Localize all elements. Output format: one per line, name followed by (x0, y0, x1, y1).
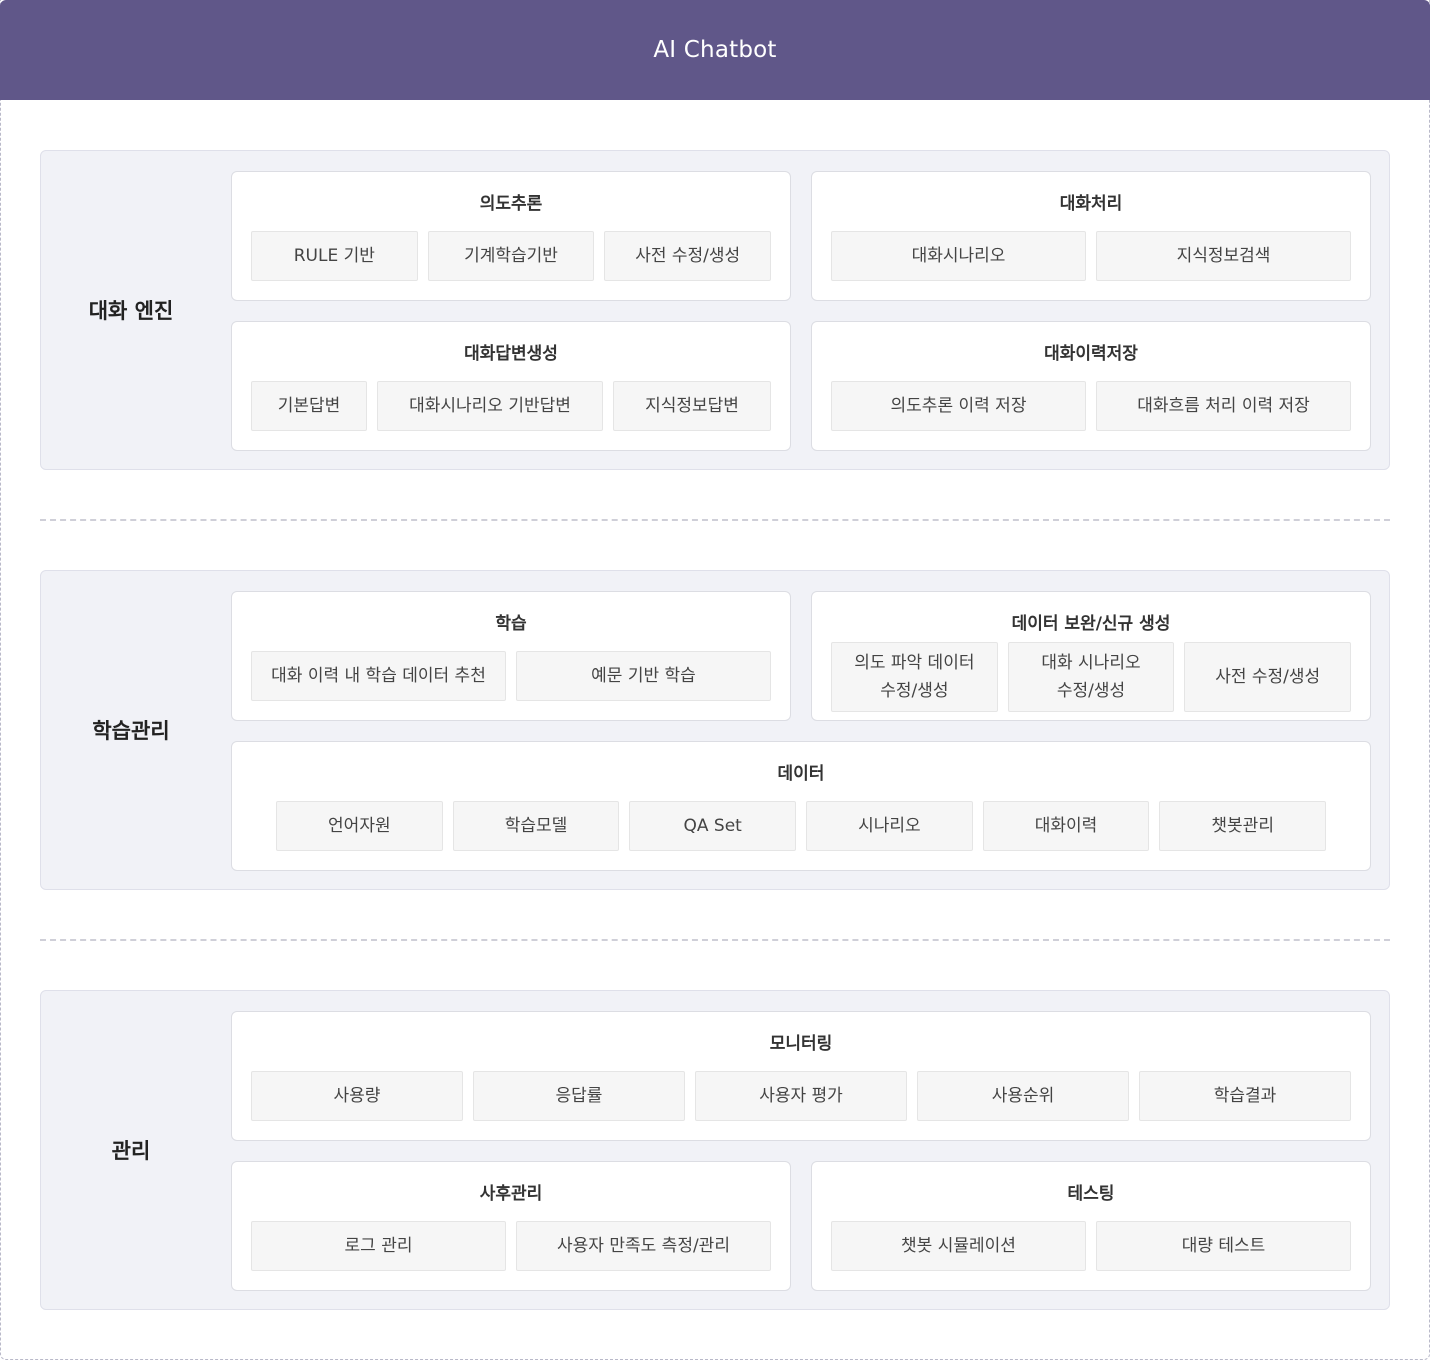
item-box: 기계학습기반 (427, 231, 595, 281)
section-learning-management: 학습관리 학습 대화 이력 내 학습 데이터 추천 예문 기반 학습 데이터 보… (40, 570, 1390, 890)
item-box: 예문 기반 학습 (516, 651, 771, 701)
group-items: 대화 이력 내 학습 데이터 추천 예문 기반 학습 (251, 651, 771, 701)
section-label: 학습관리 (92, 719, 170, 743)
group-title: 의도추론 (479, 194, 543, 214)
group-title: 사후관리 (479, 1184, 543, 1204)
group-history-storage: 대화이력저장 의도추론 이력 저장 대화흐름 처리 이력 저장 (811, 321, 1371, 451)
group-title: 데이터 보완/신규 생성 (1011, 614, 1171, 634)
group-learning: 학습 대화 이력 내 학습 데이터 추천 예문 기반 학습 (231, 591, 791, 721)
item-box: 대화흐름 처리 이력 저장 (1096, 381, 1351, 431)
section-management: 관리 모니터링 사용량 응답률 사용자 평가 사용순위 학습결과 사후관리 로그… (40, 990, 1390, 1310)
group-items: 의도추론 이력 저장 대화흐름 처리 이력 저장 (831, 381, 1351, 431)
group-title: 대화답변생성 (464, 344, 558, 364)
item-box: 대량 테스트 (1096, 1221, 1351, 1271)
group-items: RULE 기반 기계학습기반 사전 수정/생성 (251, 231, 772, 281)
title-text: AI Chatbot (653, 37, 777, 63)
item-box: 챗봇 시뮬레이션 (831, 1221, 1086, 1271)
group-title: 대화이력저장 (1044, 344, 1138, 364)
group-items: 기본답변 대화시나리오 기반답변 지식정보답변 (251, 381, 771, 431)
group-title: 모니터링 (769, 1034, 833, 1054)
item-box: QA Set (629, 801, 797, 851)
item-box: 시나리오 (806, 801, 973, 851)
group-title: 테스팅 (1067, 1184, 1115, 1204)
section-divider (40, 939, 1390, 941)
group-data-supplement: 데이터 보완/신규 생성 의도 파악 데이터 수정/생성 대화 시나리오 수정/… (811, 591, 1371, 721)
group-items: 사용량 응답률 사용자 평가 사용순위 학습결과 (251, 1071, 1351, 1121)
group-items: 의도 파악 데이터 수정/생성 대화 시나리오 수정/생성 사전 수정/생성 (831, 642, 1352, 712)
item-box: 사용순위 (917, 1071, 1129, 1121)
section-label: 관리 (111, 1139, 151, 1163)
item-box: 사용자 만족도 측정/관리 (516, 1221, 771, 1271)
group-items: 로그 관리 사용자 만족도 측정/관리 (251, 1221, 771, 1271)
group-title: 학습 (495, 614, 527, 634)
item-box: 학습모델 (452, 801, 620, 851)
diagram-title: AI Chatbot (0, 0, 1430, 100)
section-divider (40, 519, 1390, 521)
group-items: 챗봇 시뮬레이션 대량 테스트 (831, 1221, 1351, 1271)
section-dialog-engine: 대화 엔진 의도추론 RULE 기반 기계학습기반 사전 수정/생성 대화처리 … (40, 150, 1390, 470)
item-box: 대화 이력 내 학습 데이터 추천 (251, 651, 506, 701)
group-intent-inference: 의도추론 RULE 기반 기계학습기반 사전 수정/생성 (231, 171, 791, 301)
item-box: 지식정보검색 (1096, 231, 1351, 281)
item-box: 사전 수정/생성 (1184, 642, 1352, 712)
item-box: 의도추론 이력 저장 (831, 381, 1086, 431)
item-box: 대화이력 (982, 801, 1150, 851)
group-monitoring: 모니터링 사용량 응답률 사용자 평가 사용순위 학습결과 (231, 1011, 1371, 1141)
group-data: 데이터 언어자원 학습모델 QA Set 시나리오 대화이력 챗봇관리 (231, 741, 1371, 871)
group-dialog-processing: 대화처리 대화시나리오 지식정보검색 (811, 171, 1371, 301)
item-box: 대화시나리오 (831, 231, 1086, 281)
item-box: 기본답변 (251, 381, 367, 431)
group-title: 대화처리 (1059, 194, 1123, 214)
item-box: 사전 수정/생성 (604, 231, 772, 281)
item-box: 언어자원 (276, 801, 443, 851)
item-box: 학습결과 (1139, 1071, 1351, 1121)
group-title: 데이터 (777, 764, 825, 784)
group-testing: 테스팅 챗봇 시뮬레이션 대량 테스트 (811, 1161, 1371, 1291)
item-box: 로그 관리 (251, 1221, 506, 1271)
item-box: 대화 시나리오 수정/생성 (1007, 642, 1175, 712)
item-box: 의도 파악 데이터 수정/생성 (831, 642, 998, 712)
section-label: 대화 엔진 (88, 299, 174, 323)
item-box: 응답률 (473, 1071, 685, 1121)
group-items: 언어자원 학습모델 QA Set 시나리오 대화이력 챗봇관리 (276, 801, 1327, 851)
group-answer-generation: 대화답변생성 기본답변 대화시나리오 기반답변 지식정보답변 (231, 321, 791, 451)
item-box: 대화시나리오 기반답변 (377, 381, 603, 431)
item-box: 사용량 (251, 1071, 463, 1121)
group-items: 대화시나리오 지식정보검색 (831, 231, 1351, 281)
item-box: 사용자 평가 (695, 1071, 907, 1121)
item-box: RULE 기반 (251, 231, 418, 281)
item-box: 챗봇관리 (1159, 801, 1327, 851)
group-aftercare: 사후관리 로그 관리 사용자 만족도 측정/관리 (231, 1161, 791, 1291)
item-box: 지식정보답변 (613, 381, 771, 431)
